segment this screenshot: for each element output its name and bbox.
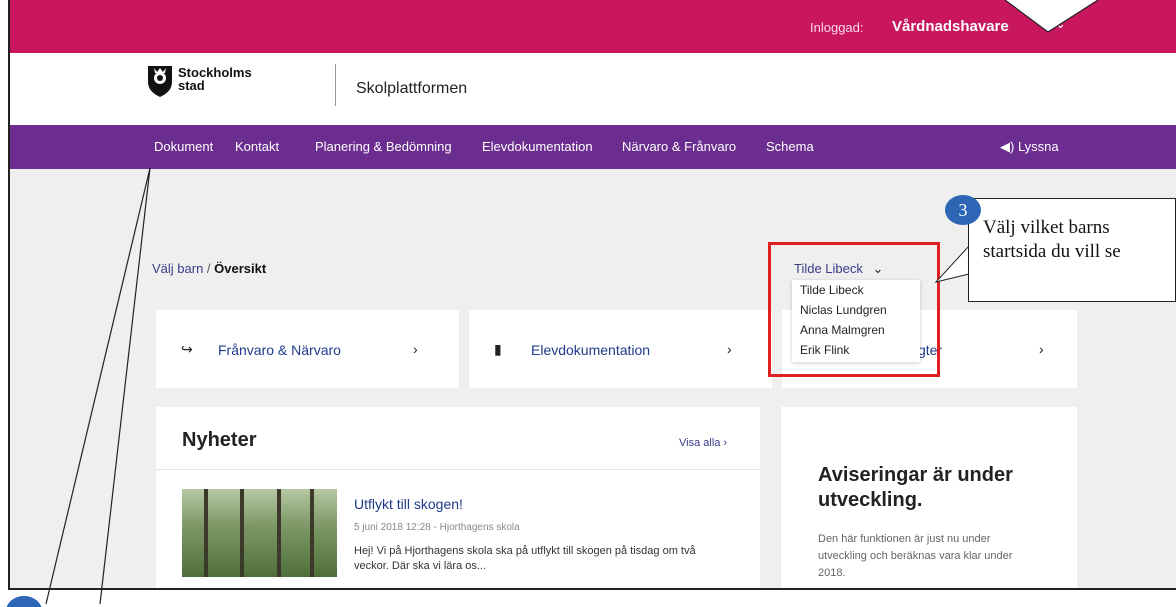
callout-box: Välj vilket barns startsida du vill se [968, 198, 1176, 302]
main-nav: Dokument Kontakt Planering & Bedömning E… [10, 125, 1176, 169]
alerts-body: Den här funktionen är just nu under utve… [818, 533, 1013, 579]
nav-item-kontakt[interactable]: Kontakt [235, 139, 279, 154]
tile-franvaro[interactable]: ↪ Frånvaro & Närvaro › [156, 310, 459, 388]
tile-label: Frånvaro & Närvaro [218, 342, 341, 358]
news-panel: Nyheter Visa alla › Utflykt till skogen!… [156, 407, 760, 588]
see-all-link[interactable]: Visa alla › [679, 437, 727, 449]
chevron-down-icon[interactable]: ⌄ [1055, 16, 1066, 32]
nav-item-planering[interactable]: Planering & Bedömning [315, 139, 452, 154]
tree-trunk [240, 489, 244, 577]
exit-icon: ↪ [181, 341, 193, 357]
highlight-frame [768, 242, 940, 377]
tree-trunk [277, 489, 281, 577]
platform-name: Skolplattformen [356, 80, 468, 97]
alerts-title: Aviseringar är under utveckling. [818, 464, 1013, 511]
chevron-right-icon: › [727, 341, 732, 357]
step-badge [6, 596, 42, 607]
news-body: Hej! Vi på Hjorthagens skola ska på utfl… [354, 545, 696, 572]
logo-line-2: stad [178, 78, 205, 93]
top-bar: Inloggad: Vårdnadshavare ⌄ [10, 0, 1176, 53]
logo-text[interactable]: Stockholms stad [178, 66, 252, 92]
news-title: Nyheter [182, 429, 257, 451]
news-headline[interactable]: Utflykt till skogen! [354, 496, 463, 512]
news-divider [156, 469, 760, 470]
nav-item-schema[interactable]: Schema [766, 139, 814, 154]
tile-elevdokumentation[interactable]: ▮ Elevdokumentation › [469, 310, 772, 388]
listen-button[interactable]: ◀) Lyssna [1000, 139, 1059, 155]
breadcrumb: Välj barn / Översikt [152, 261, 266, 276]
site-header: Stockholms stad Skolplattformen [10, 53, 1176, 125]
callout-pointer [934, 245, 970, 283]
tree-trunk [310, 489, 314, 577]
stockholm-crest-icon[interactable] [147, 64, 173, 98]
news-image[interactable] [182, 489, 337, 577]
nav-item-elevdokumentation[interactable]: Elevdokumentation [482, 139, 593, 154]
role-selector[interactable]: Vårdnadshavare [892, 18, 1009, 35]
chevron-right-icon: › [1039, 341, 1044, 357]
nav-item-dokument[interactable]: Dokument [154, 139, 213, 154]
header-divider [335, 64, 336, 106]
breadcrumb-current: Översikt [214, 261, 267, 276]
step-badge: 3 [945, 195, 981, 225]
news-meta: 5 juni 2018 12:28 - Hjorthagens skola [354, 522, 520, 533]
book-icon: ▮ [494, 341, 502, 357]
nav-item-narvaro[interactable]: Närvaro & Frånvaro [622, 139, 736, 154]
breadcrumb-separator: / [203, 261, 215, 276]
tree-trunk [204, 489, 208, 577]
logged-in-label: Inloggad: [810, 20, 864, 35]
chevron-right-icon: › [413, 341, 418, 357]
tile-label: Elevdokumentation [531, 342, 651, 358]
alerts-panel: Aviseringar är under utveckling. Den här… [781, 407, 1077, 588]
breadcrumb-link-valj-barn[interactable]: Välj barn [152, 261, 203, 276]
